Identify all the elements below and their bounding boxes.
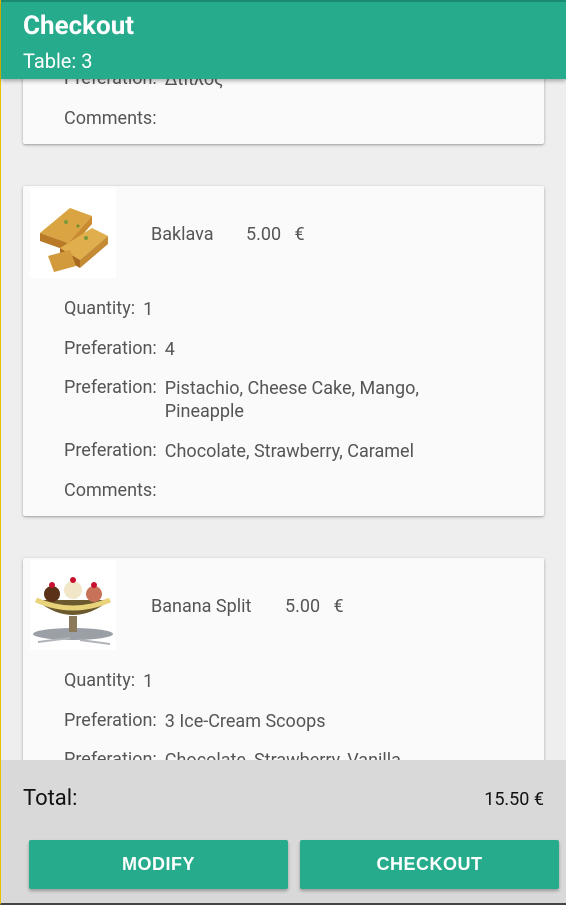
comments-value [165,480,465,501]
banana-split-image [30,560,116,650]
preference-row: Preferation: 3 Ice-Cream Scoops [64,710,465,733]
preference-value: 4 [164,339,175,360]
order-item-card: Banana Split 5.00 € Quantity: 1 Preferat… [23,558,544,760]
table-number: Table: 3 [23,49,93,73]
comments-row: Comments: [64,480,465,501]
modify-button[interactable]: MODIFY [29,840,288,889]
currency-symbol: € [294,224,305,245]
quantity-label: Quantity: [64,670,136,691]
baklava-image [30,188,116,278]
total-label: Total: [23,786,78,811]
page-title: Checkout [23,11,135,41]
preference-label: Preferation: [64,377,157,398]
comments-row: Comments: [64,108,165,129]
preference-label: Preferation: [64,338,157,359]
preference-value: Chocolate, Strawberry, Vanilla [165,749,465,760]
comments-label: Comments: [64,108,157,129]
preference-label: Preferation: [64,440,157,461]
preference-row: Preferation: Chocolate, Strawberry, Vani… [64,749,465,760]
comments-label: Comments: [64,480,157,501]
preference-value: Pistachio, Cheese Cake, Mango, Pineapple [164,378,419,422]
order-list[interactable]: Preferation: Διπλός Comments: Baklav [1,0,566,760]
quantity-value: 1 [143,671,154,692]
preference-row: Preferation: Chocolate, Strawberry, Cara… [64,440,465,463]
preference-label: Preferation: [64,749,157,760]
checkout-footer: Total: 15.50 € MODIFY CHECKOUT [1,760,566,903]
order-item-card: Baklava 5.00 € Quantity: 1 Preferation: … [23,186,544,516]
price-value: 5.00 [246,224,282,245]
currency-symbol: € [333,596,344,617]
total-value: 15.50 € [484,789,544,810]
app-bar: Checkout Table: 3 [1,0,566,79]
quantity-value: 1 [143,299,154,320]
item-name: Baklava [151,224,214,245]
preference-row: Preferation: Pistachio, Cheese Cake, Man… [64,377,465,423]
item-price: 5.00 € [285,596,344,617]
checkout-button[interactable]: CHECKOUT [300,840,559,889]
preference-row: Preferation: 4 [64,338,465,361]
quantity-label: Quantity: [64,298,136,319]
price-value: 5.00 [285,596,321,617]
preference-label: Preferation: [64,710,157,731]
item-name: Banana Split [151,596,252,617]
item-price: 5.00 € [246,224,305,245]
quantity-row: Quantity: 1 [64,670,443,693]
preference-value: Chocolate, Strawberry, Caramel [164,441,414,462]
quantity-row: Quantity: 1 [64,298,443,321]
preference-value: 3 Ice-Cream Scoops [164,711,326,732]
